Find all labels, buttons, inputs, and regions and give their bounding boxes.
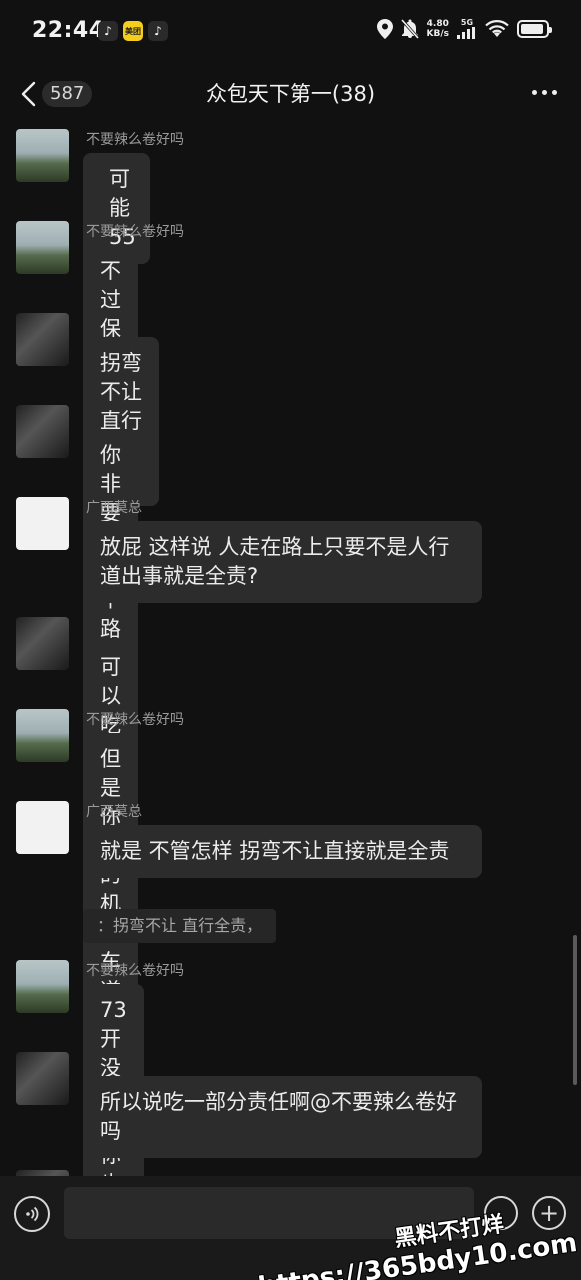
voice-icon[interactable] [14, 1196, 50, 1232]
mute-bell-icon [400, 18, 419, 39]
avatar[interactable] [16, 405, 69, 458]
more-options-icon[interactable] [532, 90, 557, 95]
net-speed: 4.80 KB/s [426, 18, 449, 39]
chat-header: 587 众包天下第一(38) [0, 64, 581, 124]
avatar[interactable] [16, 801, 69, 854]
avatar[interactable] [16, 497, 69, 550]
meituan-icon: 美团 [123, 21, 143, 41]
status-bar: 22:44 ♪ 美团 ♪ 4.80 KB/s 5G [0, 0, 581, 64]
scrollbar[interactable] [573, 935, 577, 1085]
avatar[interactable] [16, 1052, 69, 1105]
message-bubble[interactable]: 所以说吃一部分责任啊@不要辣么卷好吗 [83, 1076, 482, 1158]
quoted-reply[interactable]: ：拐弯不让 直行全责， [83, 909, 277, 943]
sender-name: 不要辣么卷好吗 [86, 224, 184, 240]
avatar[interactable] [16, 709, 69, 762]
tiktok-icon: ♪ [98, 21, 118, 41]
wifi-icon [485, 19, 509, 37]
message-bubble[interactable]: 放屁 这样说 人走在路上只要不是人行道出事就是全责? [83, 521, 482, 603]
sender-name: 广西莫总 [86, 804, 142, 820]
message-bubble[interactable]: 就是 不管怎样 拐弯不让直接就是全责 [83, 825, 482, 878]
sender-name: 不要辣么卷好吗 [86, 963, 184, 979]
status-time: 22:44 [32, 18, 105, 43]
signal-bars-icon [457, 27, 475, 39]
battery-icon [517, 19, 552, 38]
sender-name: 广西莫总 [86, 500, 142, 516]
tiktok-icon: ♪ [148, 21, 168, 41]
system-icons: 4.80 KB/s 5G [376, 18, 552, 39]
avatar[interactable] [16, 129, 69, 182]
cellular-signal: 5G [457, 18, 477, 39]
avatar[interactable] [16, 221, 69, 274]
sender-name: 不要辣么卷好吗 [86, 132, 184, 148]
avatar[interactable] [16, 313, 69, 366]
avatar[interactable] [16, 617, 69, 670]
message-list[interactable]: 不要辣么卷好吗 可能 55 不要辣么卷好吗 不过保险应该够赔 拐弯不让 直行全责… [0, 124, 581, 1176]
page-title: 众包天下第一(38) [205, 82, 376, 106]
location-icon [376, 18, 393, 39]
battery-level [521, 23, 543, 34]
notification-icons: ♪ 美团 ♪ [98, 21, 168, 41]
sender-name: 不要辣么卷好吗 [86, 712, 184, 728]
avatar[interactable] [16, 960, 69, 1013]
